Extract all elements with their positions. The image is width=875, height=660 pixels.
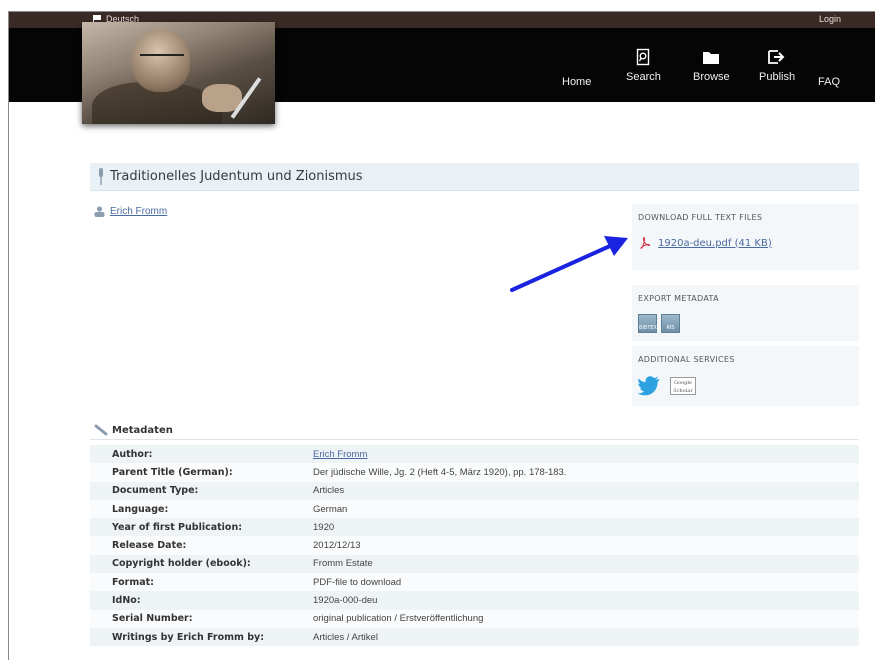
document-title: Traditionelles Judentum und Zionismus [110,169,363,184]
pdf-download-link[interactable]: 1920a-deu.pdf (41 KB) [658,238,772,249]
nav-faq-label: FAQ [818,76,841,88]
metadata-value: Articles [313,481,859,500]
nav-browse[interactable]: Browse [693,48,730,83]
google-scholar-button[interactable]: Google Scholar [670,377,696,395]
nav-browse-label: Browse [693,71,730,83]
twitter-icon[interactable] [638,376,664,396]
metadata-key: Year of first Publication: [90,518,313,537]
metadata-heading: Metadaten [112,425,173,436]
metadata-key: Parent Title (German): [90,463,313,482]
metadata-value: 2012/12/13 [313,536,859,555]
metadata-value: 1920a-000-deu [313,591,859,610]
table-row: IdNo: 1920a-000-deu [90,591,859,610]
pin-icon [99,168,103,185]
author-link[interactable]: Erich Fromm [110,206,167,217]
metadata-value: Articles / Artikel [313,627,859,647]
document-title-bar: Traditionelles Judentum und Zionismus [90,163,859,191]
metadata-table: Author: Erich Fromm Parent Title (German… [90,445,859,647]
metadata-key: Writings by Erich Fromm by: [90,627,313,647]
services-box: ADDITIONAL SERVICES Google Scholar [632,346,859,406]
metadata-value: original publication / Erstveröffentlich… [313,609,859,628]
nav-search[interactable]: Search [626,48,661,83]
metadata-key: Author: [90,445,313,464]
frame-left-line [8,12,9,660]
services-heading: ADDITIONAL SERVICES [638,355,735,364]
metadata-key: Copyright holder (ebook): [90,554,313,574]
download-heading: DOWNLOAD FULL TEXT FILES [638,213,763,222]
nav-home[interactable]: Home [562,76,591,88]
table-row: Format: PDF-file to download [90,573,859,592]
metadata-key: Release Date: [90,536,313,555]
table-row: Serial Number: original publication / Er… [90,609,859,628]
nav-search-label: Search [626,71,661,83]
export-ris-button[interactable]: RIS [661,314,680,333]
user-icon [94,206,105,217]
metadata-value: 1920 [313,518,859,537]
table-row: Copyright holder (ebook): Fromm Estate [90,554,859,574]
metadata-key: Document Type: [90,481,313,500]
export-bibtex-button[interactable]: BIBTEX [638,314,657,333]
metadata-heading-bar: Metadaten [90,422,859,440]
table-row: Writings by Erich Fromm by: Articles / A… [90,627,859,647]
nav-faq[interactable]: FAQ [818,76,840,88]
table-row: Document Type: Articles [90,481,859,500]
table-row: Language: German [90,499,859,519]
annotation-arrow [510,236,628,292]
metadata-value: Fromm Estate [313,554,859,574]
metadata-key: IdNo: [90,591,313,610]
pdf-icon [640,237,650,249]
table-row: Parent Title (German): Der jüdische Will… [90,463,859,482]
metadata-key: Format: [90,573,313,592]
author-portrait-image [82,22,275,124]
metadata-key: Serial Number: [90,609,313,628]
download-box: DOWNLOAD FULL TEXT FILES 1920a-deu.pdf (… [632,204,859,270]
nav-publish-label: Publish [759,71,796,83]
metadata-key: Language: [90,499,313,519]
folder-icon [703,52,720,64]
metadata-value: PDF-file to download [313,573,859,592]
table-row: Release Date: 2012/12/13 [90,536,859,555]
metadata-value: German [313,499,859,519]
search-icon [637,48,650,66]
pencil-icon [94,424,108,436]
publish-icon [768,50,785,64]
export-box: EXPORT METADATA BIBTEX RIS [632,285,859,341]
download-item: 1920a-deu.pdf (41 KB) [640,237,772,249]
table-row: Author: Erich Fromm [90,445,859,464]
nav-home-label: Home [562,76,592,88]
metadata-value: Der jüdische Wille, Jg. 2 (Heft 4-5, Mär… [313,463,859,482]
export-heading: EXPORT METADATA [638,294,719,303]
author-line: Erich Fromm [94,206,167,217]
metadata-author-link[interactable]: Erich Fromm [313,449,367,460]
nav-publish[interactable]: Publish [759,48,795,83]
login-link[interactable]: Login [819,14,841,24]
table-row: Year of first Publication: 1920 [90,518,859,537]
